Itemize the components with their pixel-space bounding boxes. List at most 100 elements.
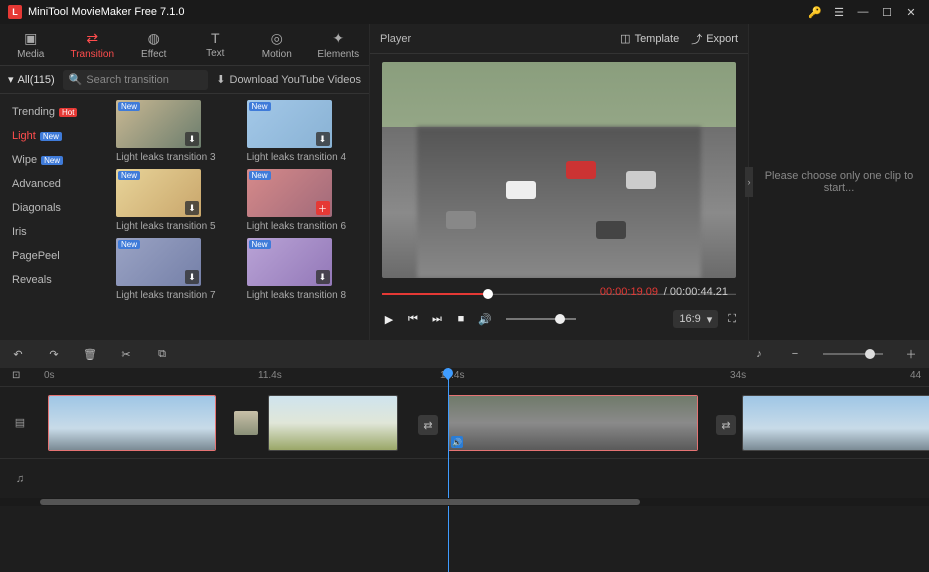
chevron-down-icon: ▾: [707, 313, 713, 326]
close-button[interactable]: ✕: [901, 2, 921, 22]
fit-timeline-button[interactable]: ⊡: [12, 370, 20, 381]
stop-button[interactable]: ■: [454, 312, 468, 326]
download-icon[interactable]: ⬇: [185, 132, 199, 146]
download-icon[interactable]: ⬇: [316, 132, 330, 146]
cat-label: Advanced: [12, 178, 61, 190]
cat-advanced[interactable]: Advanced: [0, 172, 110, 196]
fullscreen-button[interactable]: ⛶: [728, 313, 736, 326]
download-icon: ⬇: [216, 73, 225, 86]
time-ruler[interactable]: ⊡ 0s 11.4s 19.4s 34s 44: [0, 368, 929, 386]
transition-grid: New⬇Light leaks transition 3 New⬇Light l…: [110, 94, 369, 340]
cat-pagepeel[interactable]: PagePeel: [0, 244, 110, 268]
template-icon: ◫: [620, 32, 630, 45]
prev-frame-button[interactable]: ⏮: [406, 312, 420, 326]
collapse-button[interactable]: ›: [745, 167, 753, 197]
transition-clip[interactable]: [234, 411, 258, 435]
download-icon[interactable]: ⬇: [185, 270, 199, 284]
all-filter[interactable]: ▾All(115): [8, 73, 55, 86]
transition-item[interactable]: New＋Light leaks transition 6: [247, 169, 364, 232]
zoom-out-button[interactable]: −: [787, 346, 803, 362]
cat-diagonals[interactable]: Diagonals: [0, 196, 110, 220]
tab-motion[interactable]: ◎Motion: [246, 24, 308, 65]
transition-item[interactable]: New⬇Light leaks transition 7: [116, 238, 233, 301]
cat-light[interactable]: LightNew: [0, 124, 110, 148]
transition-item[interactable]: New⬇Light leaks transition 8: [247, 238, 364, 301]
video-lane[interactable]: ⇄ 🔊 ⇄: [40, 387, 929, 458]
cat-reveals[interactable]: Reveals: [0, 268, 110, 292]
transition-item[interactable]: New⬇Light leaks transition 4: [247, 100, 364, 163]
cut-button[interactable]: ✂: [118, 346, 134, 362]
volume-slider[interactable]: [506, 318, 576, 320]
ratio-label: 16:9: [679, 313, 700, 325]
audio-lane[interactable]: [40, 459, 929, 498]
tab-label: Elements: [317, 49, 359, 60]
audio-track: ♫: [0, 458, 929, 498]
download-icon[interactable]: ⬇: [316, 270, 330, 284]
play-button[interactable]: ▶: [382, 312, 396, 326]
search-input[interactable]: 🔍Search transition: [63, 70, 209, 90]
new-badge: New: [41, 156, 63, 165]
audio-track-icon: ♫: [0, 459, 40, 498]
cat-iris[interactable]: Iris: [0, 220, 110, 244]
cat-label: Light: [12, 130, 36, 142]
horizontal-scrollbar[interactable]: [0, 498, 929, 506]
ruler-tick: 0s: [44, 370, 55, 381]
download-icon[interactable]: ⬇: [185, 201, 199, 215]
scrollbar-thumb[interactable]: [40, 499, 640, 505]
aspect-ratio-select[interactable]: 16:9 ▾: [673, 310, 718, 328]
transition-item[interactable]: New ⬇ Light leaks transition 5: [116, 169, 233, 232]
minimize-button[interactable]: —: [853, 2, 873, 22]
redo-button[interactable]: ↷: [46, 346, 62, 362]
new-badge: New: [118, 171, 140, 180]
maximize-button[interactable]: ☐: [877, 2, 897, 22]
cat-label: PagePeel: [12, 250, 60, 262]
library-tabs: ▣Media ⇄Transition ◍Effect TText ◎Motion…: [0, 24, 369, 66]
tab-media[interactable]: ▣Media: [0, 24, 62, 65]
volume-icon[interactable]: 🔊: [478, 312, 492, 326]
clip-2[interactable]: [268, 395, 398, 451]
chevron-down-icon: ▾: [8, 73, 14, 86]
seek-handle[interactable]: [483, 289, 493, 299]
audio-settings-icon[interactable]: ♪: [751, 346, 767, 362]
crop-button[interactable]: ⧉: [154, 346, 170, 362]
cat-wipe[interactable]: Wipe New: [0, 148, 110, 172]
thumb-label: Light leaks transition 5: [116, 221, 233, 232]
seek-bar[interactable]: 00:00:19.09 / 00:00:44.21: [382, 288, 736, 300]
app-logo: L: [8, 5, 22, 19]
app-title: MiniTool MovieMaker Free 7.1.0: [28, 6, 801, 18]
ruler-tick: 34s: [730, 370, 746, 381]
properties-message: Please choose only one clip to start...: [749, 170, 929, 194]
delete-button[interactable]: 🗑: [82, 346, 98, 362]
timeline: ⊡ 0s 11.4s 19.4s 34s 44 ▤ ⇄ 🔊 ⇄ ♫: [0, 368, 929, 572]
undo-button[interactable]: ↶: [10, 346, 26, 362]
transition-button[interactable]: ⇄: [418, 415, 438, 435]
video-track-icon: ▤: [0, 387, 40, 458]
upgrade-icon[interactable]: 🔑: [805, 2, 825, 22]
search-icon: 🔍: [69, 73, 83, 86]
menu-icon[interactable]: ☰: [829, 2, 849, 22]
cat-trending[interactable]: TrendingHot: [0, 100, 110, 124]
clip-3[interactable]: 🔊: [448, 395, 698, 451]
cat-label: Wipe: [12, 154, 37, 166]
transition-button[interactable]: ⇄: [716, 415, 736, 435]
clip-4[interactable]: [742, 395, 929, 451]
add-icon[interactable]: ＋: [316, 201, 330, 215]
playhead[interactable]: [448, 368, 449, 572]
export-button[interactable]: ⤴Export: [691, 31, 738, 47]
zoom-in-button[interactable]: ＋: [903, 346, 919, 362]
clip-1[interactable]: [48, 395, 216, 451]
tab-text[interactable]: TText: [185, 24, 247, 65]
tab-effect[interactable]: ◍Effect: [123, 24, 185, 65]
transition-item[interactable]: New⬇Light leaks transition 3: [116, 100, 233, 163]
tab-elements[interactable]: ✦ Elements: [308, 24, 370, 65]
template-button[interactable]: ◫Template: [620, 32, 679, 45]
thumb-label: Light leaks transition 4: [247, 152, 364, 163]
video-preview[interactable]: [382, 62, 736, 278]
zoom-slider[interactable]: [823, 353, 883, 355]
download-youtube-button[interactable]: ⬇Download YouTube Videos: [216, 73, 361, 86]
new-badge: New: [249, 171, 271, 180]
elements-icon: ✦: [332, 30, 344, 47]
tab-transition[interactable]: ⇄Transition: [62, 24, 124, 65]
cat-label: Iris: [12, 226, 27, 238]
next-frame-button[interactable]: ⏭: [430, 312, 444, 326]
